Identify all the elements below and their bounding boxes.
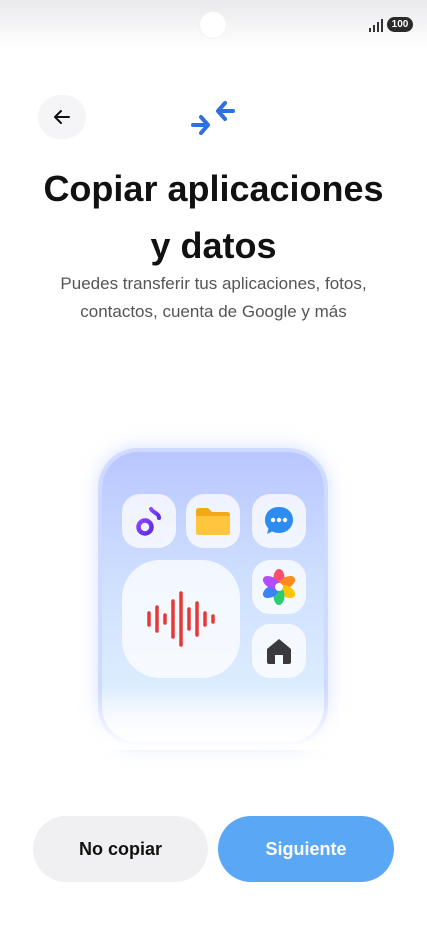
transfer-arrows-icon [191, 101, 235, 135]
page-title: Copiar aplicaciones y datos [0, 160, 427, 274]
photos-app-icon [252, 560, 306, 614]
next-label: Siguiente [265, 838, 347, 859]
signal-icon [369, 19, 383, 32]
files-app-icon [186, 494, 240, 548]
subtitle-line-1: Puedes transferir tus aplicaciones, foto… [60, 274, 367, 293]
phone-illustration [72, 440, 352, 750]
battery-indicator: 100 [387, 17, 413, 32]
illustration-fade [72, 690, 352, 750]
camera-cutout [200, 12, 226, 38]
status-bar: 100 [0, 0, 427, 48]
title-line-1: Copiar aplicaciones [43, 168, 384, 209]
title-line-2: y datos [150, 225, 277, 266]
messages-app-icon [252, 494, 306, 548]
music-app-icon [122, 494, 176, 548]
next-button[interactable]: Siguiente [218, 816, 394, 882]
skip-copy-button[interactable]: No copiar [33, 816, 208, 882]
skip-copy-label: No copiar [78, 838, 162, 859]
subtitle-line-2: contactos, cuenta de Google y más [80, 302, 347, 321]
arrow-left-icon [54, 110, 70, 124]
home-app-icon [252, 624, 306, 678]
page-subtitle: Puedes transferir tus aplicaciones, foto… [20, 270, 407, 326]
back-button[interactable] [38, 95, 86, 139]
sound-recorder-icon [122, 560, 240, 678]
